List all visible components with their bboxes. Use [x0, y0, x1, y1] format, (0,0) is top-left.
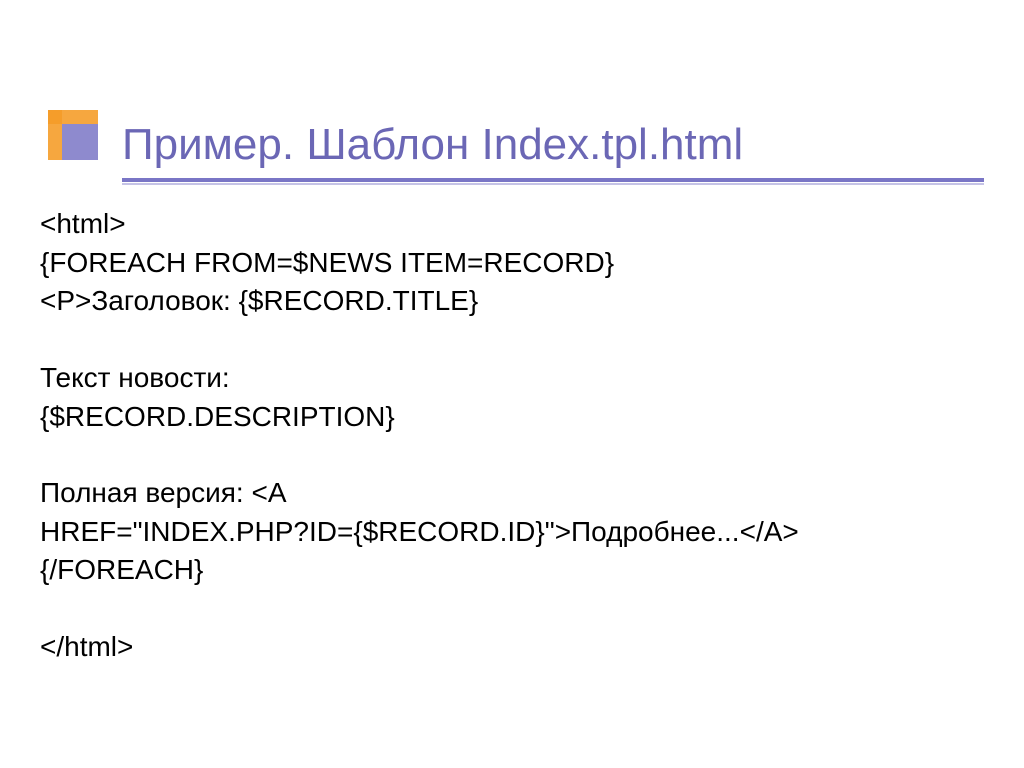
code-line: HREF="INDEX.PHP?ID={$RECORD.ID}">Подробн… — [40, 513, 984, 552]
slide-title: Пример. Шаблон Index.tpl.html — [122, 120, 743, 170]
slide-body: <html> {FOREACH FROM=$NEWS ITEM=RECORD} … — [40, 205, 984, 667]
code-line: {/FOREACH} — [40, 551, 984, 590]
code-line: </html> — [40, 628, 984, 667]
code-line: <html> — [40, 205, 984, 244]
slide: Пример. Шаблон Index.tpl.html <html> {FO… — [0, 0, 1024, 768]
title-underline — [122, 178, 984, 186]
slide-header: Пример. Шаблон Index.tpl.html — [0, 0, 1024, 180]
code-line: Полная версия: <A — [40, 474, 984, 513]
logo-icon — [48, 110, 118, 180]
code-line: Текст новости: — [40, 359, 984, 398]
code-line: <P>Заголовок: {$RECORD.TITLE} — [40, 282, 984, 321]
code-line: {FOREACH FROM=$NEWS ITEM=RECORD} — [40, 244, 984, 283]
code-line: {$RECORD.DESCRIPTION} — [40, 398, 984, 437]
